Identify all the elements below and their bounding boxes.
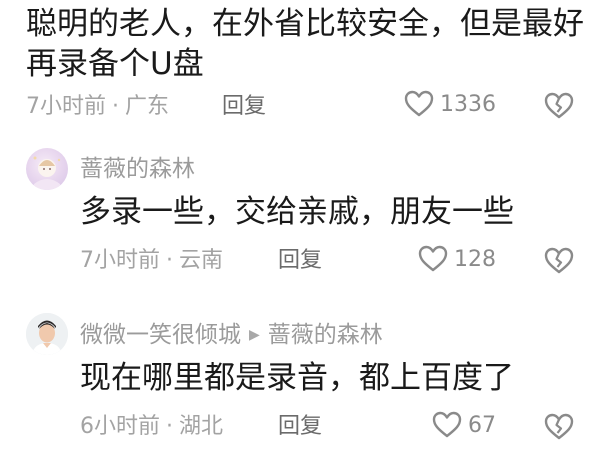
reply-button[interactable]: 回复 xyxy=(222,92,266,122)
avatar-illustration xyxy=(33,156,61,190)
comment-location: 湖北 xyxy=(179,414,224,439)
reply-button[interactable]: 回复 xyxy=(278,412,322,442)
reply-to-username[interactable]: 蔷薇的森林 xyxy=(268,320,383,350)
broken-heart-icon xyxy=(544,247,574,274)
comment-username[interactable]: 微微一笑很倾城 xyxy=(80,320,241,350)
dislike-button[interactable] xyxy=(544,413,574,441)
comment-username-row: 微微一笑很倾城 ▶ 蔷薇的森林 xyxy=(80,320,383,350)
like-count: 128 xyxy=(454,246,496,272)
comment-text: 多录一些，交给亲戚，朋友一些 xyxy=(80,194,514,230)
avatar[interactable] xyxy=(26,148,68,190)
like-button[interactable]: 67 xyxy=(432,411,496,439)
heart-icon xyxy=(404,90,434,117)
comment-text: 现在哪里都是录音，都上百度了 xyxy=(80,360,514,396)
comment-meta: 6小时前 · 湖北 xyxy=(80,412,223,442)
triangle-right-icon: ▶ xyxy=(249,327,260,343)
like-button[interactable]: 128 xyxy=(418,245,496,273)
comment-text-line-1: 聪明的老人，在外省比较安全，但是最好 xyxy=(26,6,584,42)
like-count: 67 xyxy=(468,412,496,438)
comment-location: 云南 xyxy=(179,248,224,273)
comment-meta: 7小时前 · 广东 xyxy=(26,92,169,122)
comment-text-line-2: 再录备个U盘 xyxy=(26,46,204,82)
comment-location: 广东 xyxy=(125,94,170,119)
separator-dot: · xyxy=(112,94,119,119)
comment-time: 7小时前 xyxy=(80,248,160,273)
broken-heart-icon xyxy=(544,92,574,119)
comment-time: 6小时前 xyxy=(80,414,160,439)
avatar[interactable] xyxy=(26,313,68,355)
separator-dot: · xyxy=(166,414,173,439)
heart-icon xyxy=(432,411,462,438)
like-button[interactable]: 1336 xyxy=(404,90,496,118)
comment-meta: 7小时前 · 云南 xyxy=(80,246,223,276)
like-count: 1336 xyxy=(440,91,496,117)
heart-icon xyxy=(418,245,448,272)
broken-heart-icon xyxy=(544,413,574,440)
dislike-button[interactable] xyxy=(544,247,574,275)
avatar-illustration xyxy=(26,313,68,355)
dislike-button[interactable] xyxy=(544,92,574,120)
comment-username[interactable]: 蔷薇的森林 xyxy=(80,154,195,184)
comment-time: 7小时前 xyxy=(26,94,106,119)
reply-button[interactable]: 回复 xyxy=(278,246,322,276)
separator-dot: · xyxy=(166,248,173,273)
